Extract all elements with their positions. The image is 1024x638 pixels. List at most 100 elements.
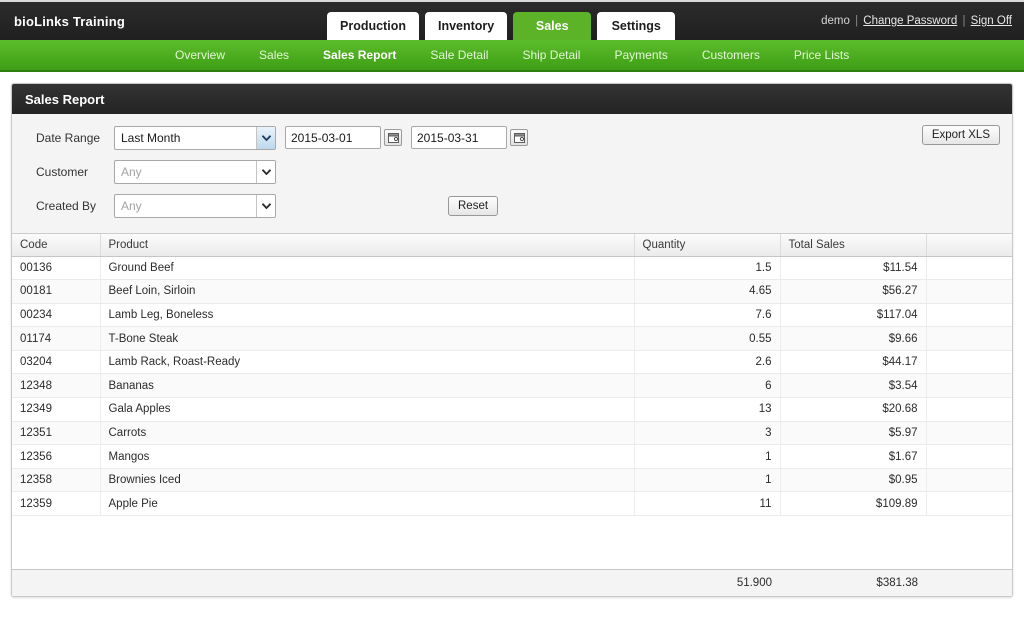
totals-quantity: 51.900 xyxy=(736,577,772,589)
tab-settings[interactable]: Settings xyxy=(597,12,676,40)
cell-total-sales: $20.68 xyxy=(780,397,927,422)
subnav-item-sales-report[interactable]: Sales Report xyxy=(306,48,413,62)
cell-total-sales: $44.17 xyxy=(780,350,927,375)
cell-code: 00181 xyxy=(12,279,101,304)
panel-title-bar: Sales Report xyxy=(12,84,1012,114)
subnav-item-overview[interactable]: Overview xyxy=(158,48,242,62)
table-row[interactable]: 12348 Bananas 6 $3.54 xyxy=(12,373,1012,399)
table-empty-space xyxy=(12,516,1012,569)
cell-total-sales: $5.97 xyxy=(780,421,927,446)
export-button-wrap: Export XLS xyxy=(921,125,1000,145)
cell-quantity: 2.6 xyxy=(634,350,781,375)
cell-quantity: 3 xyxy=(634,421,781,446)
customer-select-value: Any xyxy=(121,164,142,179)
table-row[interactable]: 12358 Brownies Iced 1 $0.95 xyxy=(12,468,1012,493)
cell-spacer xyxy=(926,397,1012,422)
cell-code: 01174 xyxy=(12,326,101,351)
customer-label: Customer xyxy=(36,164,89,179)
totals-total-sales: $381.38 xyxy=(876,577,918,589)
table-row[interactable]: 01174 T-Bone Steak 0.55 $9.66 xyxy=(12,326,1012,351)
main-tab-bar: Production Inventory Sales Settings xyxy=(327,2,676,40)
cell-code: 00136 xyxy=(12,256,101,281)
customer-select[interactable]: Any xyxy=(114,159,276,184)
report-table-head: Code Product Quantity Total Sales xyxy=(12,234,1012,257)
chevron-down-icon xyxy=(256,160,275,183)
cell-quantity: 7.6 xyxy=(634,303,781,328)
created-by-select-value: Any xyxy=(121,198,142,213)
sub-navigation: Overview Sales Sales Report Sale Detail … xyxy=(0,40,1024,72)
cell-quantity: 4.65 xyxy=(634,279,781,304)
subnav-item-sale-detail[interactable]: Sale Detail xyxy=(413,48,505,62)
cell-product: T-Bone Steak xyxy=(100,326,635,351)
cell-product: Bananas xyxy=(100,373,635,399)
cell-total-sales: $3.54 xyxy=(780,373,927,399)
table-row[interactable]: 03204 Lamb Rack, Roast-Ready 2.6 $44.17 xyxy=(12,350,1012,375)
cell-quantity: 1 xyxy=(634,468,781,493)
reset-button[interactable]: Reset xyxy=(448,195,499,216)
cell-quantity: 0.55 xyxy=(634,326,781,351)
date-range-select[interactable]: Last Month xyxy=(114,125,276,150)
totals-product-cell xyxy=(100,570,634,596)
user-name: demo xyxy=(821,15,850,27)
cell-product: Mangos xyxy=(100,444,635,469)
cell-spacer xyxy=(926,256,1012,281)
cell-quantity: 13 xyxy=(634,397,781,422)
cell-product: Apple Pie xyxy=(100,491,635,517)
created-by-select[interactable]: Any xyxy=(114,193,276,218)
table-row[interactable]: 00136 Ground Beef 1.5 $11.54 xyxy=(12,256,1012,281)
tab-inventory[interactable]: Inventory xyxy=(424,12,508,40)
export-xls-button[interactable]: Export XLS xyxy=(921,125,1000,145)
cell-product: Ground Beef xyxy=(100,256,635,281)
subnav-item-ship-detail[interactable]: Ship Detail xyxy=(505,48,597,62)
page-body: Sales Report Date Range Last Month 2015-… xyxy=(0,72,1024,638)
cell-quantity: 11 xyxy=(634,491,781,517)
cell-code: 12351 xyxy=(12,421,101,446)
table-row[interactable]: 12356 Mangos 1 $1.67 xyxy=(12,444,1012,469)
subnav-item-payments[interactable]: Payments xyxy=(597,48,684,62)
date-to-input[interactable]: 2015-03-31 xyxy=(411,126,507,149)
totals-table: 51.900 $381.38 xyxy=(12,570,1012,596)
cell-product: Beef Loin, Sirloin xyxy=(100,279,635,304)
date-range-select-value: Last Month xyxy=(121,130,181,145)
cell-spacer xyxy=(926,279,1012,304)
subnav-item-sales[interactable]: Sales xyxy=(242,48,306,62)
calendar-icon-to[interactable] xyxy=(510,129,528,146)
user-separator-2: | xyxy=(962,15,966,27)
column-header-code[interactable]: Code xyxy=(12,234,101,257)
table-row[interactable]: 12349 Gala Apples 13 $20.68 xyxy=(12,397,1012,422)
cell-spacer xyxy=(926,303,1012,328)
cell-total-sales: $9.66 xyxy=(780,326,927,351)
table-row[interactable]: 00181 Beef Loin, Sirloin 4.65 $56.27 xyxy=(12,279,1012,304)
tab-production[interactable]: Production xyxy=(327,12,419,40)
cell-spacer xyxy=(926,444,1012,469)
date-to-value: 2015-03-31 xyxy=(417,130,479,145)
column-header-quantity[interactable]: Quantity xyxy=(634,234,781,257)
table-row[interactable]: 12359 Apple Pie 11 $109.89 xyxy=(12,491,1012,517)
cell-code: 12349 xyxy=(12,397,101,422)
sales-report-panel: Sales Report Date Range Last Month 2015-… xyxy=(11,83,1013,597)
user-separator-1: | xyxy=(855,15,859,27)
cell-total-sales: $56.27 xyxy=(780,279,927,304)
cell-quantity: 6 xyxy=(634,373,781,399)
column-header-product[interactable]: Product xyxy=(100,234,635,257)
totals-code-cell xyxy=(12,570,100,596)
cell-product: Carrots xyxy=(100,421,635,446)
table-row[interactable]: 12351 Carrots 3 $5.97 xyxy=(12,421,1012,446)
cell-total-sales: $109.89 xyxy=(780,491,927,517)
date-from-input[interactable]: 2015-03-01 xyxy=(285,126,381,149)
created-by-row: Created By Any Reset xyxy=(22,191,1002,220)
cell-spacer xyxy=(926,491,1012,517)
table-row[interactable]: 00234 Lamb Leg, Boneless 7.6 $117.04 xyxy=(12,303,1012,328)
change-password-link[interactable]: Change Password xyxy=(863,15,957,27)
cell-code: 12358 xyxy=(12,468,101,493)
cell-total-sales: $0.95 xyxy=(780,468,927,493)
subnav-item-price-lists[interactable]: Price Lists xyxy=(777,48,866,62)
totals-row: 51.900 $381.38 xyxy=(12,570,1012,596)
subnav-item-customers[interactable]: Customers xyxy=(685,48,777,62)
sign-off-link[interactable]: Sign Off xyxy=(971,15,1012,27)
calendar-icon-from[interactable] xyxy=(384,129,402,146)
tab-sales[interactable]: Sales xyxy=(513,12,592,40)
cell-spacer xyxy=(926,421,1012,446)
column-header-total-sales[interactable]: Total Sales xyxy=(780,234,927,257)
cell-quantity: 1 xyxy=(634,444,781,469)
